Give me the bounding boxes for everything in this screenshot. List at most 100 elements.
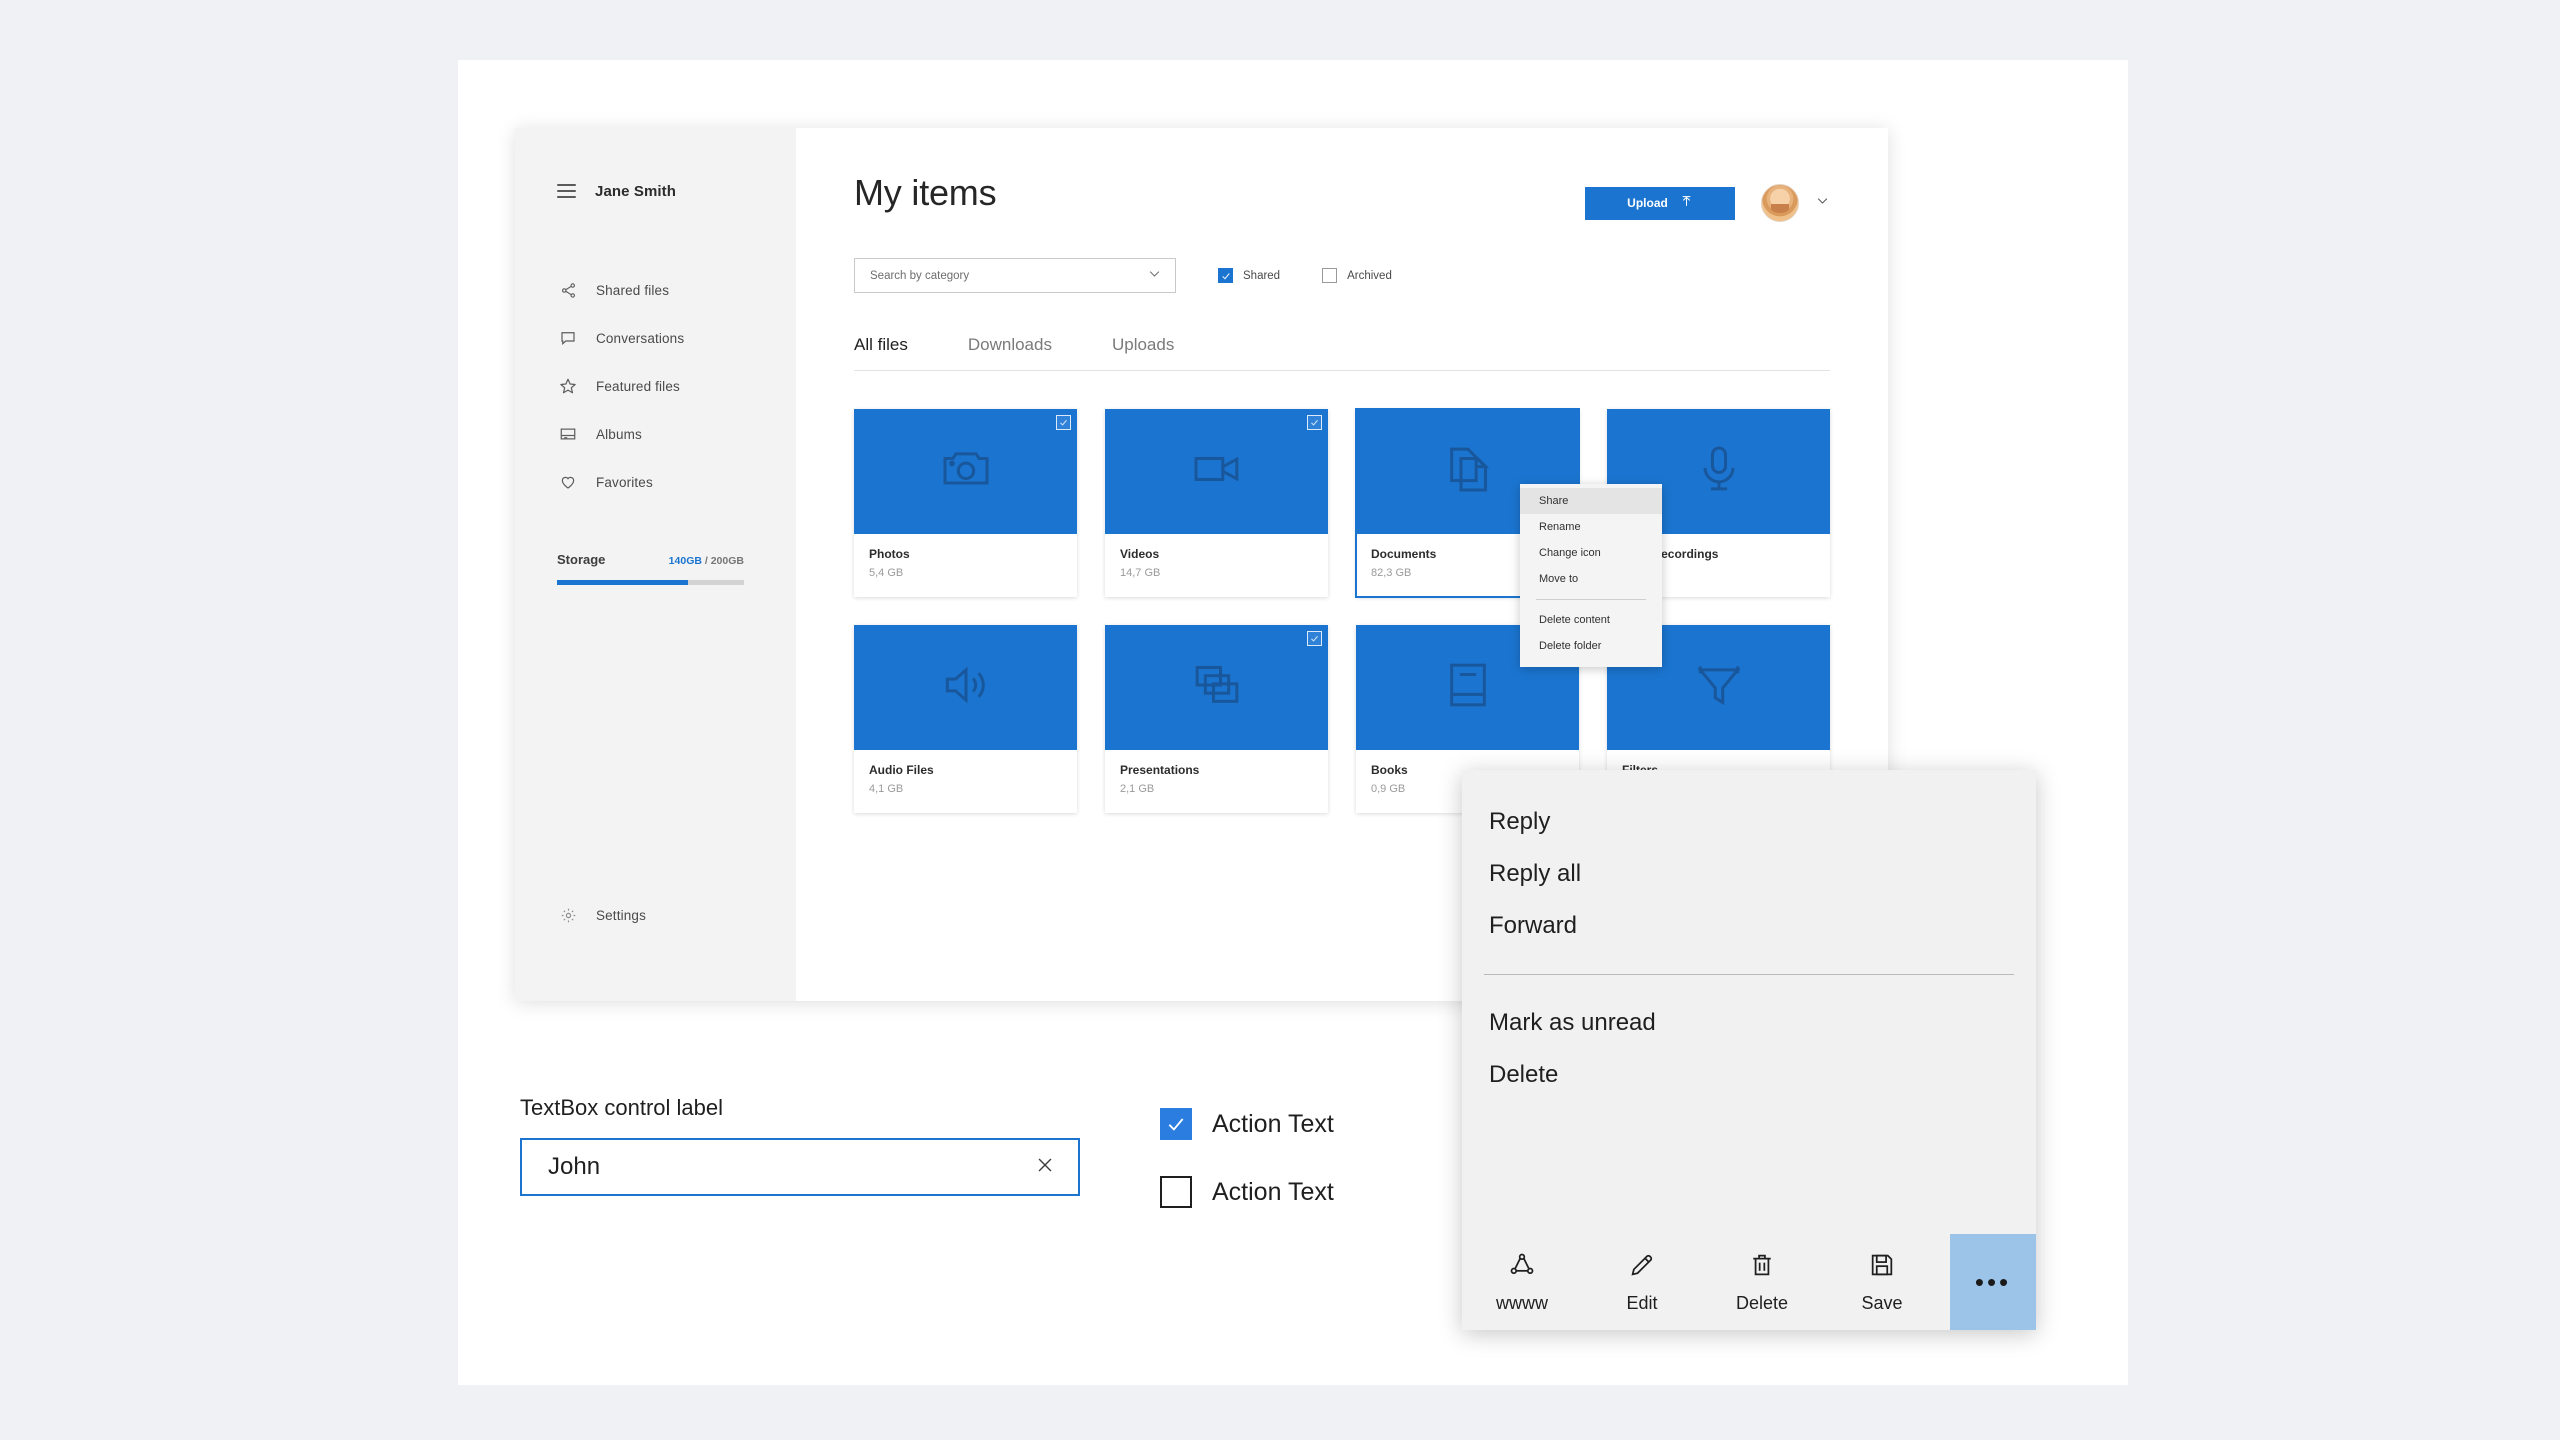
card-name: Audio Files [869,763,1062,777]
sidebar-item-shared-files[interactable]: Shared files [515,266,796,314]
file-card-presentations[interactable]: Presentations 2,1 GB [1105,625,1328,813]
flyout-toolbar: wwww Edit Delete [1462,1234,2036,1330]
checkbox-archived[interactable]: Archived [1322,268,1392,283]
toolbar-button-label: wwww [1496,1293,1548,1314]
checkbox-box[interactable] [1160,1108,1192,1140]
card-size: 4,1 GB [869,783,1062,795]
hamburger-icon[interactable] [557,184,576,198]
tab-uploads[interactable]: Uploads [1112,335,1174,370]
toolbar-button-label: Save [1861,1293,1902,1314]
trash-icon [1748,1251,1776,1284]
filter-checkboxes: Shared Archived [1218,268,1392,283]
checkbox-box[interactable] [1160,1176,1192,1208]
toolbar-overflow-button[interactable]: ••• [1950,1234,2036,1330]
toolbar-button-wwww[interactable]: wwww [1462,1234,1582,1330]
action-checkbox-checked[interactable]: Action Text [1160,1108,1334,1140]
context-menu-item-share[interactable]: Share [1520,488,1662,514]
card-checkbox[interactable] [1307,631,1322,646]
card-meta: Presentations 2,1 GB [1105,750,1328,813]
avatar [1761,184,1799,222]
sidebar-item-label: Shared files [596,283,669,298]
checkbox-box[interactable] [1218,268,1233,283]
header-actions: Upload [1585,172,1830,222]
toolbar-button-edit[interactable]: Edit [1582,1234,1702,1330]
upload-arrow-icon [1680,195,1693,211]
flyout-item-reply-all[interactable]: Reply all [1462,848,2036,900]
toolbar-button-save[interactable]: Save [1822,1234,1942,1330]
sidebar-item-label: Featured files [596,379,680,394]
card-thumbnail [1105,625,1328,750]
context-menu-item-delete-folder[interactable]: Delete folder [1520,633,1662,659]
sidebar-nav: Shared files Conversations Featured file… [515,266,796,506]
sidebar-item-favorites[interactable]: Favorites [515,458,796,506]
checkbox-box[interactable] [1322,268,1337,283]
toolbar-button-delete[interactable]: Delete [1702,1234,1822,1330]
card-checkbox[interactable] [1056,415,1071,430]
sidebar-item-settings[interactable]: Settings [515,895,796,935]
sidebar-item-featured-files[interactable]: Featured files [515,362,796,410]
flyout-item-delete[interactable]: Delete [1462,1049,2036,1101]
tab-all-files[interactable]: All files [854,335,908,370]
storage-used: 140GB [669,555,702,567]
context-menu-item-delete-content[interactable]: Delete content [1520,607,1662,633]
card-meta: Audio Files 4,1 GB [854,750,1077,813]
context-menu-item-move-to[interactable]: Move to [1520,566,1662,592]
ellipsis-icon: ••• [1975,1277,2011,1287]
close-icon[interactable] [1034,1154,1056,1181]
context-menu: Share Rename Change icon Move to Delete … [1520,484,1662,667]
upload-button[interactable]: Upload [1585,187,1735,220]
filter-row: Search by category Shared Archived [854,258,1830,293]
funnel-icon [1691,657,1747,718]
file-card-audio-files[interactable]: Audio Files 4,1 GB [854,625,1077,813]
context-menu-item-rename[interactable]: Rename [1520,514,1662,540]
chat-bubble-icon [557,327,579,349]
camera-icon [938,441,994,502]
action-checkbox-group: Action Text Action Text [1160,1108,1334,1208]
gear-icon [557,904,579,926]
context-menu-item-change-icon[interactable]: Change icon [1520,540,1662,566]
file-card-photos[interactable]: Photos 5,4 GB [854,409,1077,597]
category-select[interactable]: Search by category [854,258,1176,293]
card-thumbnail [854,625,1077,750]
file-card-videos[interactable]: Videos 14,7 GB [1105,409,1328,597]
textbox-field[interactable]: John [520,1138,1080,1196]
sidebar-item-albums[interactable]: Albums [515,410,796,458]
heart-icon [557,471,579,493]
textbox-control: TextBox control label John [520,1095,1080,1196]
user-menu[interactable] [1761,184,1830,222]
flyout-item-reply[interactable]: Reply [1462,796,2036,848]
card-name: Videos [1120,547,1313,561]
sidebar-item-label: Albums [596,427,642,442]
storage-track [557,580,744,585]
video-camera-icon [1189,441,1245,502]
album-icon [557,423,579,445]
upload-button-label: Upload [1627,196,1668,210]
flyout-menu-separator [1484,974,2014,975]
action-checkbox-label: Action Text [1212,1110,1334,1139]
action-checkbox-unchecked[interactable]: Action Text [1160,1176,1334,1208]
file-grid: Photos 5,4 GB Videos [854,409,1830,813]
storage-separator: / [702,555,711,567]
flyout-item-mark-as-unread[interactable]: Mark as unread [1462,997,2036,1049]
card-size: 2,1 GB [1120,783,1313,795]
toolbar-button-label: Delete [1736,1293,1788,1314]
sidebar-user[interactable]: Jane Smith [515,176,796,206]
chevron-down-icon [1815,193,1830,213]
card-checkbox[interactable] [1307,415,1322,430]
storage-fill [557,580,688,585]
flyout-item-forward[interactable]: Forward [1462,900,2036,952]
checkbox-shared[interactable]: Shared [1218,268,1280,283]
share-nodes-icon [1508,1251,1536,1284]
share-nodes-icon [557,279,579,301]
tab-downloads[interactable]: Downloads [968,335,1052,370]
context-menu-separator [1536,599,1646,600]
slides-icon [1189,657,1245,718]
tab-bar: All files Downloads Uploads [854,335,1830,371]
floppy-disk-icon [1868,1251,1896,1284]
sidebar-item-conversations[interactable]: Conversations [515,314,796,362]
speaker-icon [938,657,994,718]
chevron-down-icon [1147,266,1162,286]
storage-total: 200GB [711,555,744,567]
card-name: Presentations [1120,763,1313,777]
textbox-label: TextBox control label [520,1095,1080,1121]
